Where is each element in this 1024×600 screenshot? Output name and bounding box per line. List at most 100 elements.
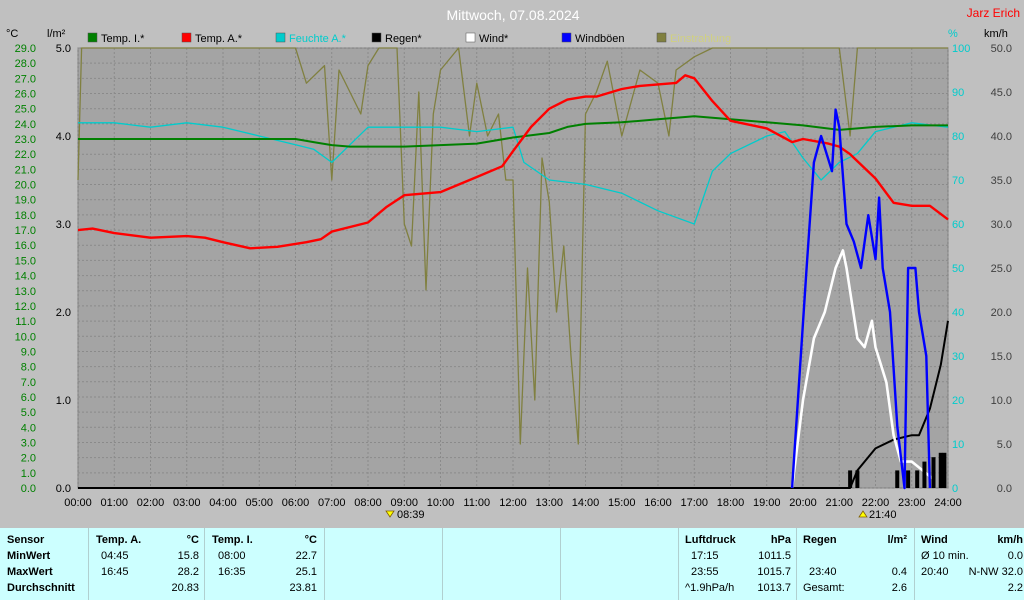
temp-a-min-value: 15.8 — [177, 550, 199, 562]
temp-tick-label: 23.0 — [15, 134, 36, 146]
rain-tick-label: 0.0 — [56, 483, 71, 495]
temp-tick-label: 1.0 — [21, 468, 36, 480]
pressure-average: 1013.7 — [757, 582, 791, 594]
row-label-avg: Durchschnitt — [7, 582, 75, 594]
statistics-table: Sensor MinWert MaxWert Durchschnitt Temp… — [0, 528, 1024, 600]
rain-tick-label: 1.0 — [56, 395, 71, 407]
time-tick-label: 17:00 — [680, 497, 708, 509]
pct-tick-label: 90 — [952, 87, 964, 99]
rain-bar — [906, 470, 911, 488]
wind-column: Wind km/h Ø 10 min. 0.0 20:40 N-NW 32.0 2.2 — [914, 528, 1024, 600]
temp-tick-label: 20.0 — [15, 180, 36, 192]
legend-label-regen: Regen* — [385, 33, 422, 45]
rain-max-time: 23:40 — [809, 566, 837, 578]
time-tick-label: 08:00 — [354, 497, 382, 509]
temp-i-column: Temp. I. °C 08:00 22.7 16:35 25.1 23.81 — [204, 528, 325, 600]
chart-area: 0.0 1.0 2.0 3.0 4.0 5.0 6.0 7.0 8.0 9.0 10.0 11.0 12… — [0, 0, 1024, 528]
wind-tick-label: 50.0 — [991, 43, 1012, 55]
sensor-column: Sensor MinWert MaxWert Durchschnitt — [0, 528, 88, 600]
empty-column-1 — [324, 528, 443, 600]
time-tick-label: 24:00 — [934, 497, 962, 509]
temp-tick-label: 26.0 — [15, 89, 36, 101]
pct-unit-label: % — [948, 28, 958, 40]
sensor-header: Sensor — [7, 534, 45, 546]
sunset-label: 21:40 — [869, 509, 897, 521]
temp-i-min-time: 08:00 — [218, 550, 246, 562]
rain-bar — [942, 452, 947, 488]
temp-a-unit: °C — [186, 534, 199, 546]
time-tick-label: 07:00 — [318, 497, 346, 509]
temp-i-unit: °C — [304, 534, 317, 546]
legend-label-feuchte-a: Feuchte A.* — [289, 33, 347, 45]
rain-bar — [855, 470, 860, 488]
pct-tick-label: 30 — [952, 351, 964, 363]
time-tick-label: 04:00 — [209, 497, 237, 509]
pct-tick-label: 70 — [952, 175, 964, 187]
temp-a-average: 20.83 — [171, 582, 199, 594]
time-tick-label: 16:00 — [644, 497, 672, 509]
legend-label-wind: Wind* — [479, 33, 509, 45]
time-tick-label: 14:00 — [572, 497, 600, 509]
wind-unit-label: km/h — [984, 28, 1008, 40]
time-tick-label: 20:00 — [789, 497, 817, 509]
row-label-min: MinWert — [7, 550, 51, 562]
legend-label-windb-en: Windböen — [575, 33, 625, 45]
temp-tick-label: 17.0 — [15, 225, 36, 237]
pressure-trend: ^1.9hPa/h — [685, 582, 735, 594]
temp-tick-label: 5.0 — [21, 407, 36, 419]
time-tick-label: 15:00 — [608, 497, 636, 509]
time-tick-label: 05:00 — [245, 497, 273, 509]
wind-tick-label: 5.0 — [997, 439, 1012, 451]
legend-label-einstrahlung: Einstrahlung — [670, 33, 731, 45]
rain-tick-label: 4.0 — [56, 131, 71, 143]
temp-tick-label: 29.0 — [15, 43, 36, 55]
temp-tick-label: 18.0 — [15, 210, 36, 222]
time-tick-label: 10:00 — [427, 497, 455, 509]
temp-tick-label: 14.0 — [15, 271, 36, 283]
sunrise-label: 08:39 — [397, 509, 425, 521]
time-tick-label: 02:00 — [137, 497, 165, 509]
legend-swatch-wind — [465, 32, 476, 43]
pct-tick-label: 10 — [952, 439, 964, 451]
time-tick-label: 12:00 — [499, 497, 527, 509]
pressure-unit: hPa — [770, 534, 791, 546]
time-tick-label: 00:00 — [64, 497, 92, 509]
temp-tick-label: 24.0 — [15, 119, 36, 131]
temp-tick-label: 13.0 — [15, 286, 36, 298]
pct-tick-label: 60 — [952, 219, 964, 231]
temp-tick-label: 7.0 — [21, 377, 36, 389]
legend-label-temp-i: Temp. I.* — [101, 33, 145, 45]
temp-tick-label: 25.0 — [15, 104, 36, 116]
temp-tick-label: 21.0 — [15, 164, 36, 176]
time-tick-label: 23:00 — [898, 497, 926, 509]
rain-unit-label: l/m² — [47, 28, 66, 40]
pct-tick-label: 0 — [952, 483, 958, 495]
wind-avg-value: 0.0 — [1007, 550, 1023, 562]
time-tick-label: 03:00 — [173, 497, 201, 509]
temp-tick-label: 0.0 — [21, 483, 36, 495]
temp-tick-label: 8.0 — [21, 362, 36, 374]
temp-a-max-time: 16:45 — [101, 566, 129, 578]
pct-tick-label: 50 — [952, 263, 964, 275]
temp-a-header: Temp. A. — [96, 534, 142, 546]
weather-chart: 0.0 1.0 2.0 3.0 4.0 5.0 6.0 7.0 8.0 9.0 10.0 11.0 12… — [0, 0, 1024, 528]
temp-i-header: Temp. I. — [212, 534, 253, 546]
wind-header: Wind — [921, 534, 948, 546]
legend-swatch-feuchte-a — [275, 32, 286, 43]
time-tick-label: 18:00 — [717, 497, 745, 509]
temp-tick-label: 15.0 — [15, 255, 36, 267]
temp-tick-label: 9.0 — [21, 346, 36, 358]
time-tick-label: 09:00 — [390, 497, 418, 509]
wind-tick-label: 35.0 — [991, 175, 1012, 187]
rain-column: Regen l/m² 23:40 0.4 Gesamt: 2.6 — [796, 528, 915, 600]
legend-swatch-temp-a — [181, 32, 192, 43]
temp-tick-label: 19.0 — [15, 195, 36, 207]
pct-tick-label: 40 — [952, 307, 964, 319]
author-label: Jarz Erich — [967, 6, 1020, 20]
legend-swatch-einstrahlung — [656, 32, 667, 43]
temp-a-column: Temp. A. °C 04:45 15.8 16:45 28.2 20.83 — [88, 528, 205, 600]
temp-a-max-value: 28.2 — [177, 566, 199, 578]
pressure-max-time: 23:55 — [691, 566, 719, 578]
wind-tick-label: 15.0 — [991, 351, 1012, 363]
temp-i-max-time: 16:35 — [218, 566, 246, 578]
